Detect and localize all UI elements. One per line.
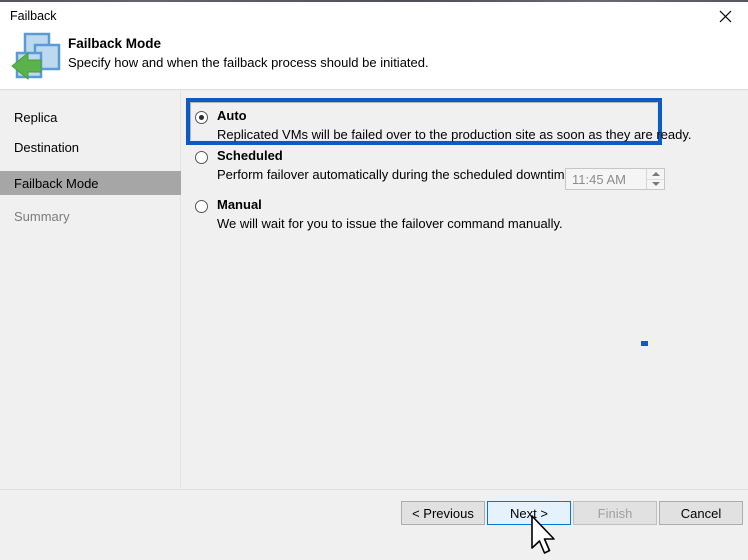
scheduled-time-spinner[interactable] [646,169,664,189]
chevron-down-icon[interactable] [647,180,664,190]
sidebar-item-replica[interactable]: Replica [0,105,181,129]
wizard-header: Failback Mode Specify how and when the f… [0,30,748,90]
sidebar-item-failback-mode[interactable]: Failback Mode [0,171,181,195]
radio-scheduled-description: Perform failover automatically during th… [217,167,590,182]
radio-auto-indicator[interactable] [195,111,208,124]
radio-auto-label: Auto [217,108,247,123]
page-subtitle: Specify how and when the failback proces… [68,55,429,70]
radio-scheduled-label: Scheduled [217,148,283,163]
scheduled-time-input[interactable]: 11:45 AM [565,168,665,190]
wizard-steps-sidebar: Replica Destination Failback Mode Summar… [0,91,181,488]
blue-marker-artifact [641,341,648,346]
page-title: Failback Mode [68,36,161,51]
title-bar: Failback [0,2,748,30]
previous-button[interactable]: < Previous [401,501,485,525]
radio-scheduled-indicator[interactable] [195,151,208,164]
next-button[interactable]: Next > [487,501,571,525]
sidebar-item-destination[interactable]: Destination [0,135,181,159]
sidebar-item-label: Replica [14,110,57,125]
cancel-button[interactable]: Cancel [659,501,743,525]
window-title: Failback [10,7,57,25]
sidebar-item-label: Failback Mode [14,176,99,191]
radio-manual-indicator[interactable] [195,200,208,213]
scheduled-time-value[interactable]: 11:45 AM [566,169,646,189]
sidebar-item-label: Summary [14,209,70,224]
radio-manual-description: We will wait for you to issue the failov… [217,216,563,231]
sidebar-item-summary[interactable]: Summary [0,204,181,228]
failback-replica-icon [8,31,68,87]
failback-wizard-window: Failback Failback Mode Specify how and w… [0,0,748,560]
radio-auto-description: Replicated VMs will be failed over to th… [217,127,692,142]
chevron-up-icon[interactable] [647,169,664,180]
radio-manual-label: Manual [217,197,262,212]
finish-button: Finish [573,501,657,525]
close-icon[interactable] [702,2,748,30]
sidebar-item-label: Destination [14,140,79,155]
